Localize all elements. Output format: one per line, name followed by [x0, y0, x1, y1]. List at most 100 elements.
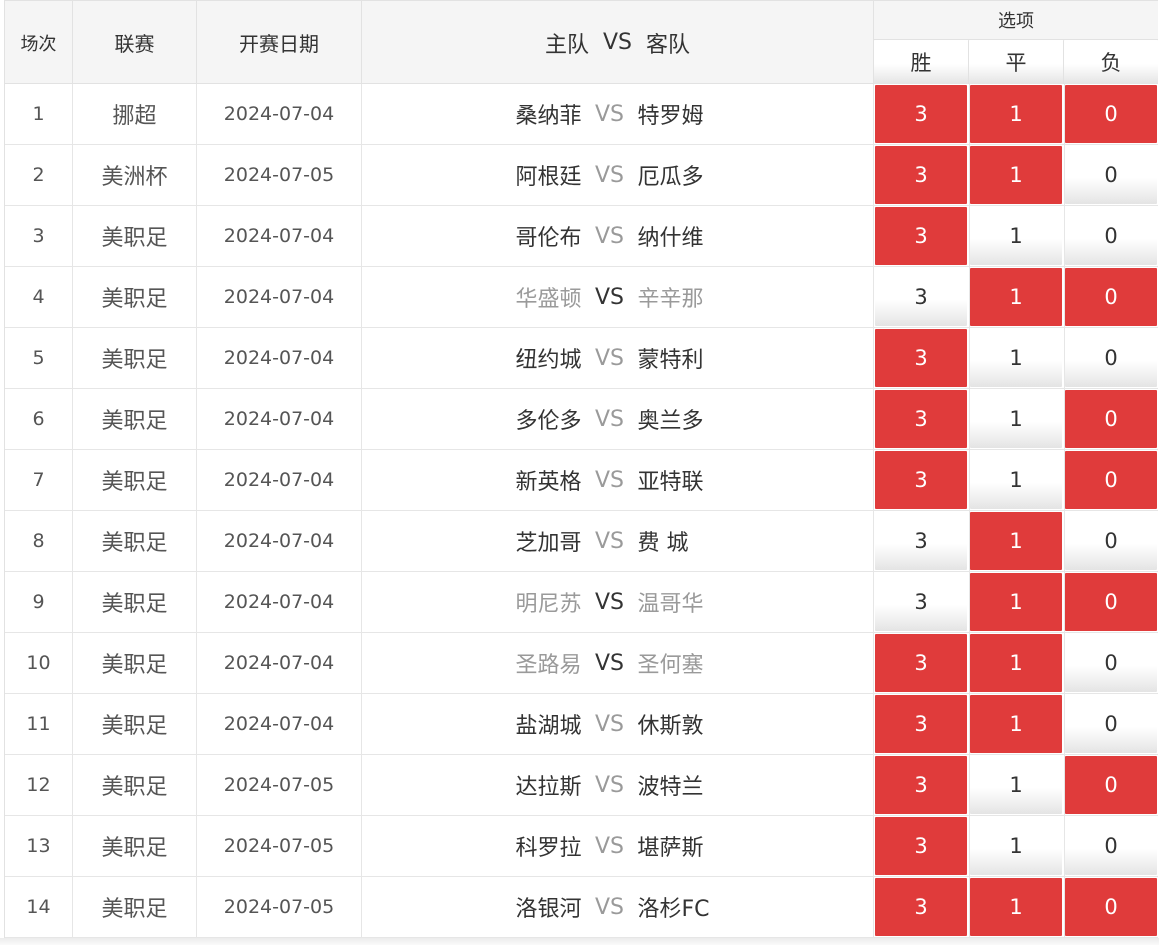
- match-teams: 明尼苏 VS 温哥华: [362, 572, 874, 632]
- option-draw-button[interactable]: 1: [970, 817, 1062, 875]
- table-row: 9 美职足 2024-07-04 明尼苏 VS 温哥华 310: [5, 572, 1158, 633]
- option-win-button[interactable]: 3: [875, 878, 967, 936]
- table-row: 4 美职足 2024-07-04 华盛顿 VS 辛辛那 310: [5, 267, 1158, 328]
- vs-label: VS: [595, 406, 625, 432]
- vs-label: VS: [595, 528, 625, 554]
- table-header: 场次 联赛 开赛日期 主队 VS 客队 选项 胜 平 负: [5, 0, 1158, 84]
- header-options: 选项: [874, 1, 1158, 40]
- home-team: 哥伦布: [515, 226, 582, 251]
- match-number: 5: [5, 328, 73, 388]
- table-row: 11 美职足 2024-07-04 盐湖城 VS 休斯敦 310: [5, 694, 1158, 755]
- option-draw-button[interactable]: 1: [970, 85, 1062, 143]
- match-number: 14: [5, 877, 73, 937]
- option-win-button[interactable]: 3: [875, 329, 967, 387]
- table-row: 2 美洲杯 2024-07-05 阿根廷 VS 厄瓜多 310: [5, 145, 1158, 206]
- option-win-button[interactable]: 3: [875, 695, 967, 753]
- option-loss-button[interactable]: 0: [1065, 390, 1157, 448]
- match-number: 13: [5, 816, 73, 876]
- option-draw-button[interactable]: 1: [970, 695, 1062, 753]
- away-team: 费 城: [637, 531, 689, 556]
- option-win-button[interactable]: 3: [875, 451, 967, 509]
- option-win-button[interactable]: 3: [875, 817, 967, 875]
- option-draw-button[interactable]: 1: [970, 573, 1062, 631]
- option-win-button[interactable]: 3: [875, 207, 967, 265]
- away-team: 纳什维: [637, 226, 704, 251]
- option-draw-button[interactable]: 1: [970, 390, 1062, 448]
- match-date: 2024-07-05: [197, 877, 362, 937]
- option-win-button[interactable]: 3: [875, 85, 967, 143]
- option-draw-button[interactable]: 1: [970, 634, 1062, 692]
- table-row: 12 美职足 2024-07-05 达拉斯 VS 波特兰 310: [5, 755, 1158, 816]
- match-teams: 阿根廷 VS 厄瓜多: [362, 145, 874, 205]
- home-team: 华盛顿: [515, 287, 582, 312]
- match-teams: 洛银河 VS 洛杉FC: [362, 877, 874, 937]
- header-league: 联赛: [73, 1, 197, 84]
- option-win-button[interactable]: 3: [875, 573, 967, 631]
- option-loss-button[interactable]: 0: [1065, 817, 1157, 875]
- league-name: 美职足: [73, 450, 197, 510]
- option-loss-button[interactable]: 0: [1065, 451, 1157, 509]
- league-name: 美职足: [73, 267, 197, 327]
- league-name: 美职足: [73, 877, 197, 937]
- header-vs: VS: [602, 30, 632, 55]
- match-date: 2024-07-04: [197, 328, 362, 388]
- option-loss-button[interactable]: 0: [1065, 695, 1157, 753]
- option-draw-button[interactable]: 1: [970, 268, 1062, 326]
- option-loss-button[interactable]: 0: [1065, 756, 1157, 814]
- option-loss-button[interactable]: 0: [1065, 512, 1157, 570]
- match-teams: 桑纳菲 VS 特罗姆: [362, 84, 874, 144]
- option-loss-button[interactable]: 0: [1065, 207, 1157, 265]
- table-body: 1 挪超 2024-07-04 桑纳菲 VS 特罗姆 3 1 0 2 美洲杯 2024-07-…: [5, 84, 1158, 938]
- table-row: 8 美职足 2024-07-04 芝加哥 VS 费 城 310: [5, 511, 1158, 572]
- option-loss-button[interactable]: 0: [1065, 634, 1157, 692]
- header-away: 客队: [646, 32, 691, 58]
- option-loss-button[interactable]: 0: [1065, 573, 1157, 631]
- league-name: 美职足: [73, 633, 197, 693]
- option-loss-button[interactable]: 0: [1065, 878, 1157, 936]
- vs-label: VS: [595, 467, 625, 493]
- vs-label: VS: [595, 650, 625, 676]
- away-team: 特罗姆: [637, 104, 704, 129]
- header-option-draw: 平: [969, 40, 1064, 84]
- option-draw-button[interactable]: 1: [970, 329, 1062, 387]
- home-team: 达拉斯: [515, 775, 582, 800]
- match-teams: 科罗拉 VS 堪萨斯: [362, 816, 874, 876]
- vs-label: VS: [595, 345, 625, 371]
- match-table: 场次 联赛 开赛日期 主队 VS 客队 选项 胜 平 负 1 挪超 2024-07-…: [4, 0, 1158, 938]
- match-teams: 芝加哥 VS 费 城: [362, 511, 874, 571]
- header-option-win: 胜: [874, 40, 969, 84]
- option-loss-button[interactable]: 0: [1065, 268, 1157, 326]
- match-date: 2024-07-05: [197, 816, 362, 876]
- option-draw-button[interactable]: 1: [970, 756, 1062, 814]
- option-draw-button[interactable]: 1: [970, 146, 1062, 204]
- option-loss-button[interactable]: 0: [1065, 85, 1157, 143]
- away-team: 堪萨斯: [637, 836, 704, 861]
- bottom-scroll-shadow: [0, 938, 1159, 945]
- option-draw-button[interactable]: 1: [970, 207, 1062, 265]
- table-row: 14 美职足 2024-07-05 洛银河 VS 洛杉FC 310: [5, 877, 1158, 938]
- table-row: 6 美职足 2024-07-04 多伦多 VS 奥兰多 310: [5, 389, 1158, 450]
- option-win-button[interactable]: 3: [875, 268, 967, 326]
- vs-label: VS: [595, 711, 625, 737]
- match-date: 2024-07-04: [197, 267, 362, 327]
- option-win-button[interactable]: 3: [875, 756, 967, 814]
- option-draw-button[interactable]: 1: [970, 878, 1062, 936]
- league-name: 美洲杯: [73, 145, 197, 205]
- home-team: 洛银河: [515, 897, 582, 922]
- match-teams: 多伦多 VS 奥兰多: [362, 389, 874, 449]
- option-loss-button[interactable]: 0: [1065, 329, 1157, 387]
- away-team: 休斯敦: [637, 714, 704, 739]
- home-team: 科罗拉: [515, 836, 582, 861]
- header-number: 场次: [5, 1, 73, 84]
- option-loss-button[interactable]: 0: [1065, 146, 1157, 204]
- option-draw-button[interactable]: 1: [970, 512, 1062, 570]
- home-team: 阿根廷: [515, 165, 582, 190]
- option-win-button[interactable]: 3: [875, 146, 967, 204]
- option-win-button[interactable]: 3: [875, 390, 967, 448]
- table-row: 10 美职足 2024-07-04 圣路易 VS 圣何塞 310: [5, 633, 1158, 694]
- option-win-button[interactable]: 3: [875, 634, 967, 692]
- option-win-button[interactable]: 3: [875, 512, 967, 570]
- match-number: 4: [5, 267, 73, 327]
- option-draw-button[interactable]: 1: [970, 451, 1062, 509]
- match-date: 2024-07-04: [197, 206, 362, 266]
